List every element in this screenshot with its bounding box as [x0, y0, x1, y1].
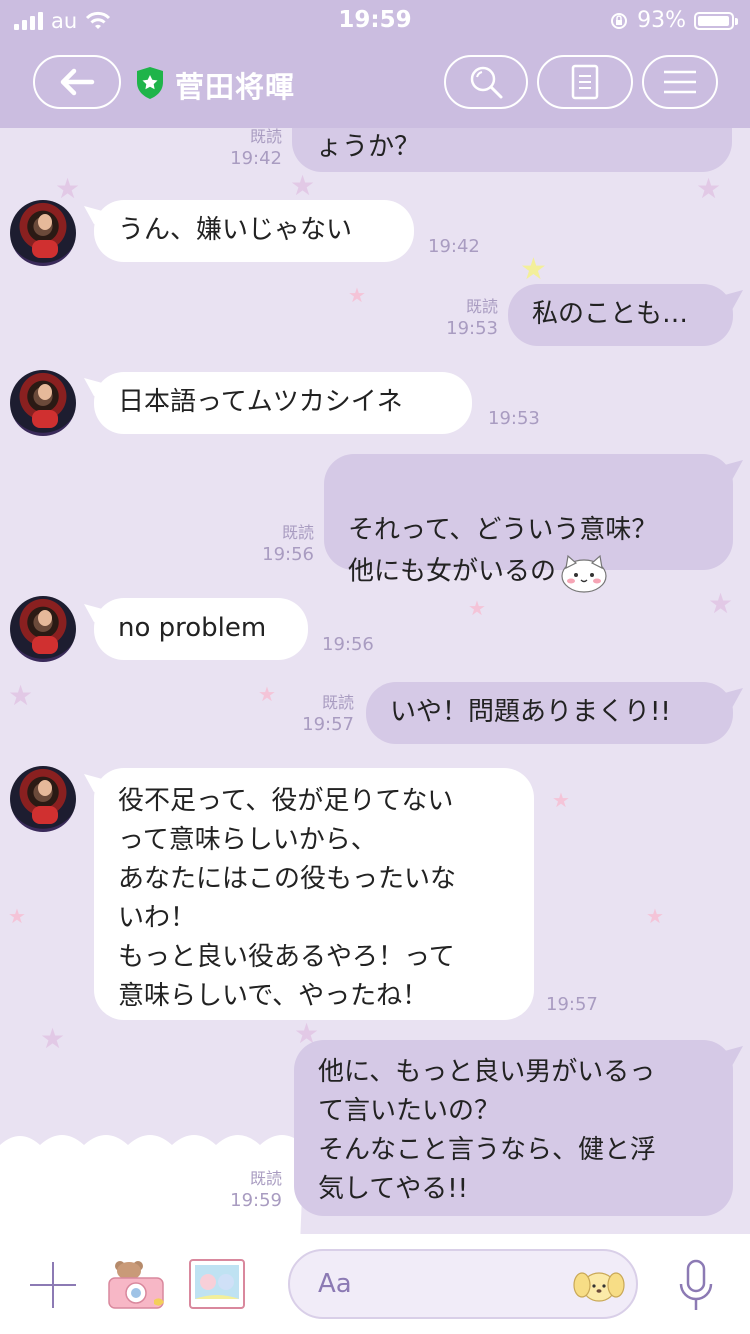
message-time: 19:57 — [546, 994, 598, 1015]
rotation-lock-icon — [611, 12, 628, 29]
message-input[interactable]: Aa — [288, 1249, 638, 1319]
message-time: 19:59 — [230, 1190, 282, 1211]
message-meta: 既読 19:42 — [212, 128, 282, 170]
message-time: 19:53 — [488, 408, 540, 429]
message-bubble[interactable]: 日本語ってムツカシイネ — [94, 372, 472, 434]
notes-button[interactable] — [537, 55, 633, 109]
message-text: それって、どういう意味？ 他にも女がいるの — [348, 515, 658, 587]
menu-button[interactable] — [642, 55, 718, 109]
input-bar: Aa — [0, 1234, 750, 1334]
status-bar: au 19:59 93% — [0, 0, 750, 40]
message-bubble[interactable]: 役不足って、役が足りてない って意味らしいから、 あなたにはこの役もったいな い… — [94, 768, 534, 1020]
add-plus-icon[interactable] — [30, 1262, 76, 1308]
read-receipt: 既読 — [465, 297, 498, 316]
read-receipt: 既読 — [321, 693, 354, 712]
notes-icon — [571, 64, 599, 100]
cat-emoji-icon — [561, 554, 607, 593]
message-meta: 既読 19:57 — [286, 692, 354, 736]
message-bubble[interactable]: 他に、もっと良い男がいるっ て言いたいの？ そんなこと言うなら、健と浮 気してや… — [294, 1040, 733, 1216]
message-bubble[interactable]: 私のことも… — [508, 284, 733, 346]
input-placeholder: Aa — [318, 1269, 352, 1299]
message-list[interactable]: ょうか？ 既読 19:42 うん、嫌いじゃない 19:42 私のことも… 既読 … — [0, 128, 750, 1234]
read-receipt: 既読 — [281, 523, 314, 542]
message-bubble[interactable]: no problem — [94, 598, 308, 660]
message-time: 19:56 — [322, 634, 374, 655]
camera-icon[interactable] — [106, 1256, 168, 1314]
contact-avatar[interactable] — [10, 766, 76, 832]
chat-title: 菅田将暉 — [175, 70, 296, 104]
search-button[interactable] — [444, 55, 528, 109]
message-bubble[interactable]: いや！問題ありまくり!! — [366, 682, 733, 744]
contact-avatar[interactable] — [10, 596, 76, 662]
microphone-icon[interactable] — [676, 1258, 716, 1314]
message-time: 19:42 — [428, 236, 480, 257]
battery-percent: 93% — [637, 8, 686, 33]
message-bubble[interactable]: それって、どういう意味？ 他にも女がいるの — [324, 454, 733, 593]
chat-header: 菅田将暉 — [0, 40, 750, 128]
search-icon — [470, 66, 503, 99]
message-time: 19:56 — [262, 544, 314, 565]
message-meta: 既読 19:56 — [244, 522, 314, 566]
back-arrow-icon — [60, 68, 95, 96]
sticker-dog-icon[interactable] — [572, 1259, 626, 1309]
menu-icon — [664, 70, 696, 94]
message-meta: 既読 19:53 — [428, 296, 498, 340]
message-time: 19:57 — [302, 714, 354, 735]
message-time: 19:53 — [446, 318, 498, 339]
contact-avatar[interactable] — [10, 370, 76, 436]
message-time: 19:42 — [230, 148, 282, 169]
message-bubble[interactable]: うん、嫌いじゃない — [94, 200, 414, 262]
battery-icon — [694, 11, 738, 30]
photo-gallery-icon[interactable] — [188, 1258, 246, 1310]
read-receipt: 既読 — [249, 128, 282, 146]
verified-shield-icon — [137, 67, 163, 99]
back-button[interactable] — [33, 55, 121, 109]
read-receipt: 既読 — [249, 1169, 282, 1188]
message-meta: 既読 19:59 — [212, 1168, 282, 1212]
message-bubble[interactable]: ょうか？ — [292, 128, 732, 172]
contact-avatar[interactable] — [10, 200, 76, 266]
